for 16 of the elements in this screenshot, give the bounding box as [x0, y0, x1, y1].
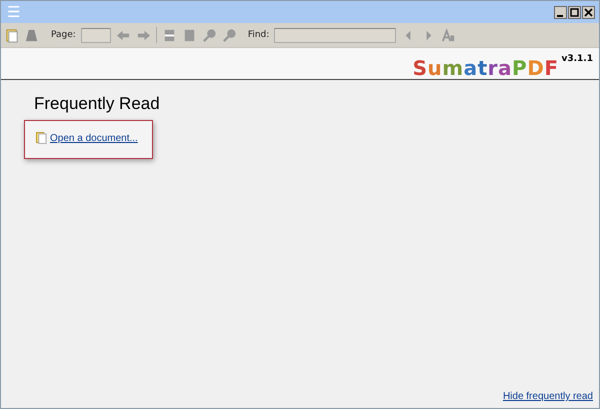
version-label: v3.1.1 [562, 54, 593, 64]
open-document-link[interactable]: Open a document... [50, 132, 138, 144]
close-icon[interactable] [582, 6, 595, 18]
page-label: Page: [51, 30, 76, 40]
zoom-in-icon[interactable] [202, 28, 217, 42]
section-heading: Frequently Read [34, 94, 161, 114]
match-case-icon[interactable] [441, 28, 456, 42]
maximize-icon[interactable] [568, 6, 581, 18]
app-logo: SumatraPDF [412, 56, 558, 80]
open-folder-icon[interactable] [5, 28, 20, 42]
find-label: Find: [248, 30, 270, 40]
hide-frequently-read-link[interactable]: Hide frequently read [502, 391, 593, 402]
page-field[interactable] [80, 28, 111, 42]
document-icon [36, 132, 47, 144]
find-field[interactable] [274, 28, 396, 42]
minimize-icon[interactable] [554, 6, 567, 18]
